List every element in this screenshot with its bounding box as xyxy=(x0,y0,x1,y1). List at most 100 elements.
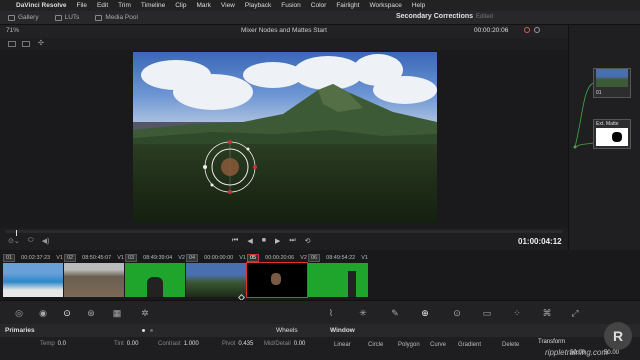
gallery-icon xyxy=(8,14,15,21)
app-menu[interactable]: DaVinci Resolve xyxy=(16,2,66,9)
panel-toolbar: Gallery LUTs Media Pool Secondary Correc… xyxy=(0,11,640,25)
mid-detail-label: Mid/Detail xyxy=(264,341,291,347)
menu-trim[interactable]: Trim xyxy=(118,2,131,9)
clip-thumbnail[interactable]: 04 00:00:00:00 V1 xyxy=(186,253,246,297)
menu-playback[interactable]: Playback xyxy=(245,2,271,9)
split-icon[interactable] xyxy=(22,41,30,47)
menu-clip[interactable]: Clip xyxy=(175,2,186,9)
media-pool-button[interactable]: Media Pool xyxy=(87,14,146,21)
viewer-frame[interactable] xyxy=(133,52,437,223)
loop-icon[interactable]: ⟲ xyxy=(305,237,311,245)
clip-options-icon[interactable]: ⊙⌄ xyxy=(8,237,20,245)
menu-fairlight[interactable]: Fairlight xyxy=(336,2,359,9)
viewer-header: 71% Mixer Nodes and Mattes Start 00:00:2… xyxy=(0,25,568,38)
clip-timecode: 00:00:00:00 xyxy=(204,254,234,261)
pivot-label: Pivot xyxy=(222,341,236,347)
temp-value[interactable]: 0.0 xyxy=(58,341,66,347)
node-thumbnail xyxy=(596,69,628,87)
layout-icon[interactable] xyxy=(8,41,16,47)
window-curve-tool[interactable]: Curve xyxy=(430,342,446,348)
contrast-value[interactable]: 1.000 xyxy=(184,341,199,347)
node-01[interactable]: 01 xyxy=(593,68,631,98)
clip-thumbnail-selected[interactable]: 05 00:00:20:06 V2 xyxy=(246,253,308,298)
clip-timecode: 08:50:45:07 xyxy=(82,254,112,261)
key-icon[interactable]: ⌘ xyxy=(542,308,552,318)
menu-file[interactable]: File xyxy=(76,2,86,9)
window-circle-tool[interactable]: Circle xyxy=(368,342,383,348)
skip-forward-icon[interactable]: ⏭ xyxy=(289,237,295,245)
window-title: Window xyxy=(330,327,355,334)
qualifier-icon[interactable]: ✎ xyxy=(390,308,400,318)
matte-thumbnail xyxy=(596,128,628,146)
menu-workspace[interactable]: Workspace xyxy=(369,2,401,9)
color-warper-icon[interactable]: ✳ xyxy=(358,308,368,318)
camera-raw-icon[interactable]: ◎ xyxy=(14,308,24,318)
window-gradient-tool[interactable]: Gradient xyxy=(458,342,481,348)
clip-thumbnail[interactable]: 01 00:02:37:23 V1 xyxy=(3,253,63,297)
menu-edit[interactable]: Edit xyxy=(97,2,108,9)
transport-bar: ⊙⌄ ⬭ ◀) ⏮ ◀ ■ ▶ ⏭ ⟲ 01:00:04:12 xyxy=(0,228,568,250)
gallery-button[interactable]: Gallery xyxy=(0,14,47,21)
menubar: DaVinci Resolve File Edit Trim Timeline … xyxy=(0,0,640,11)
play-reverse-icon[interactable]: ◀ xyxy=(247,237,252,245)
rgb-mixer-icon[interactable]: ▦ xyxy=(112,308,122,318)
menu-timeline[interactable]: Timeline xyxy=(141,2,165,9)
skip-back-icon[interactable]: ⏮ xyxy=(232,237,238,245)
menu-mark[interactable]: Mark xyxy=(196,2,210,9)
play-icon[interactable]: ▶ xyxy=(275,237,280,245)
clip-track: V1 xyxy=(239,254,246,261)
node-ext-matte[interactable]: Ext. Matte xyxy=(593,119,631,149)
page-indicator-dot[interactable] xyxy=(142,329,145,332)
clip-track: V1 xyxy=(117,254,124,261)
timeline-timecode: 01:00:04:12 xyxy=(518,237,562,246)
color-wheels-icon[interactable]: ⊙ xyxy=(62,308,72,318)
color-match-icon[interactable]: ◉ xyxy=(38,308,48,318)
playhead[interactable] xyxy=(16,230,17,236)
options-icon[interactable] xyxy=(534,27,540,33)
delete-window-button[interactable]: Delete xyxy=(502,342,519,348)
clip-number: 02 xyxy=(64,253,77,262)
scrub-bar[interactable] xyxy=(6,230,562,236)
mask-icon[interactable]: ⬭ xyxy=(28,237,34,245)
tint-value[interactable]: 0.00 xyxy=(127,341,139,347)
magic-mask-icon[interactable]: ▭ xyxy=(482,308,492,318)
clip-timecode: 08:49:39:04 xyxy=(143,254,173,261)
blur-icon[interactable]: ⁘ xyxy=(512,308,522,318)
color-wheel-icon[interactable] xyxy=(524,27,530,33)
clip-number: 04 xyxy=(186,253,199,262)
mid-detail-value[interactable]: 0.00 xyxy=(294,341,306,347)
window-icon[interactable]: ⊕ xyxy=(420,308,430,318)
stop-icon[interactable]: ■ xyxy=(262,237,266,245)
hdr-icon[interactable]: ⊛ xyxy=(86,308,96,318)
clip-thumbnail[interactable]: 02 08:50:45:07 V1 xyxy=(64,253,124,297)
menu-fusion[interactable]: Fusion xyxy=(281,2,301,9)
luts-button[interactable]: LUTs xyxy=(47,14,88,21)
clip-track: V2 xyxy=(178,254,185,261)
clip-timecode: 00:00:20:06 xyxy=(265,254,295,261)
menu-help[interactable]: Help xyxy=(412,2,425,9)
clip-thumbnail[interactable]: 06 08:49:54:22 V1 xyxy=(308,253,368,297)
page-indicator-dot[interactable] xyxy=(150,329,153,332)
volume-icon[interactable]: ◀) xyxy=(42,237,50,245)
sizing-icon[interactable]: ⤢ xyxy=(570,308,580,318)
viewer-subbar: ✣ xyxy=(0,38,568,50)
viewer[interactable] xyxy=(0,50,568,228)
wipe-icon[interactable]: ✣ xyxy=(38,39,46,47)
menu-color[interactable]: Color xyxy=(311,2,327,9)
menu-view[interactable]: View xyxy=(221,2,235,9)
curves-icon[interactable]: ⌇ xyxy=(326,308,336,318)
window-polygon-tool[interactable]: Polygon xyxy=(398,342,420,348)
clip-thumbnail[interactable]: 03 08:49:39:04 V2 xyxy=(125,253,185,297)
project-status: Edited xyxy=(476,13,494,20)
palette-bar: ◎ ◉ ⊙ ⊛ ▦ ✲ ⌇ ✳ ✎ ⊕ ⊙ ▭ ⁘ ⌘ ⤢ xyxy=(0,300,640,324)
tracker-icon[interactable]: ⊙ xyxy=(452,308,462,318)
circle-window-overlay[interactable] xyxy=(203,140,257,194)
window-linear-tool[interactable]: Linear xyxy=(334,342,351,348)
clip-number: 01 xyxy=(3,253,16,262)
clip-track: V2 xyxy=(300,254,307,261)
node-editor[interactable]: 01 Ext. Matte xyxy=(568,25,640,250)
wheels-mode-select[interactable]: Wheels xyxy=(276,327,298,334)
viewer-timecode: 00:00:20:06 xyxy=(474,27,509,34)
motion-effects-icon[interactable]: ✲ xyxy=(140,308,150,318)
pivot-value[interactable]: 0.435 xyxy=(238,341,253,347)
